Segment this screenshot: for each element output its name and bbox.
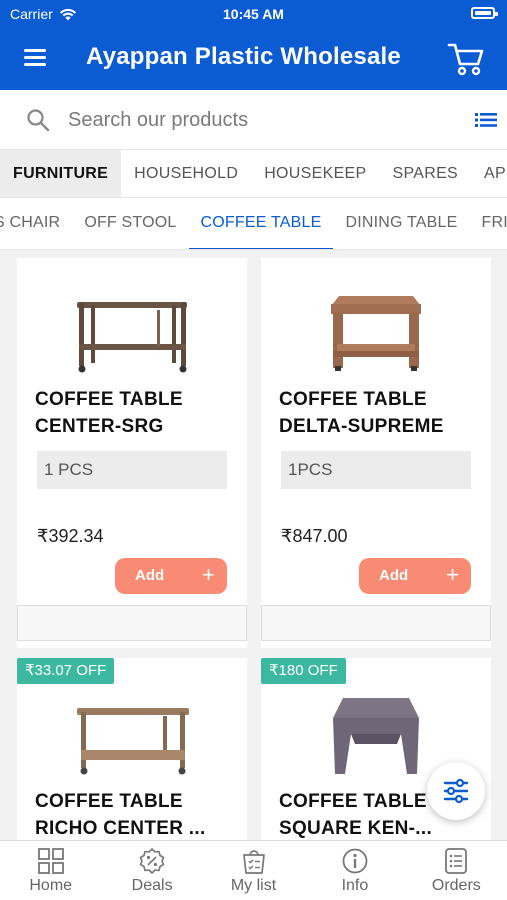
product-image [77,708,189,775]
search-bar [0,90,507,150]
subtab-chair[interactable]: S CHAIR [0,198,72,249]
product-name: COFFEE TABLE CENTER-SRG [35,389,183,437]
product-card[interactable]: ₹33.07 OFF COFFEE TABLE RICHO CENTER ... [17,658,247,840]
add-button-label: Add [379,567,409,584]
quantity-selector[interactable]: 1PCS [281,451,471,489]
battery-icon [471,7,498,19]
note-field[interactable] [261,605,491,641]
add-to-cart-button[interactable]: Add + [359,558,471,594]
info-icon [342,848,368,874]
nav-label: Info [341,877,369,894]
nav-home[interactable]: Home [0,841,101,900]
add-button-label: Add [135,567,165,584]
product-image [331,296,421,371]
tab-furniture[interactable]: FURNITURE [0,150,122,197]
grid-icon [37,848,64,874]
nav-label: My list [230,877,277,894]
nav-deals[interactable]: Deals [101,841,202,900]
product-card[interactable]: COFFEE TABLE CENTER-SRG 1 PCS ₹392.34 Ad… [17,258,247,648]
orders-list-icon [445,848,468,874]
menu-icon[interactable] [24,48,46,66]
search-icon [27,109,50,132]
cart-icon[interactable] [447,40,485,78]
product-name: COFFEE TABLE DELTA-SUPREME [279,389,444,437]
bottom-navigation: Home Deals My list Info Orders [0,840,507,900]
subtab-dining-table[interactable]: DINING TABLE [333,198,469,249]
subtab-fridge[interactable]: FRIDG [470,198,507,249]
subtab-coffee-table[interactable]: COFFEE TABLE [188,198,334,249]
deals-badge-icon [139,848,165,874]
subtab-off-stool[interactable]: OFF STOOL [72,198,188,249]
tab-appliances[interactable]: APPLI [471,150,507,197]
quantity-selector[interactable]: 1 PCS [37,451,227,489]
product-image [333,698,419,774]
nav-label: Orders [431,877,481,894]
app-header: Carrier 10:45 AM Ayappan Plastic Wholesa… [0,0,507,90]
app-screen: Carrier 10:45 AM Ayappan Plastic Wholesa… [0,0,507,900]
tab-household[interactable]: HOUSEHOLD [121,150,251,197]
tab-housekeep[interactable]: HOUSEKEEP [251,150,379,197]
nav-orders[interactable]: Orders [406,841,507,900]
status-bar: Carrier 10:45 AM [0,0,507,30]
add-to-cart-button[interactable]: Add + [115,558,227,594]
category-tabs: FURNITURE HOUSEHOLD HOUSEKEEP SPARES APP… [0,150,507,198]
shopping-bag-list-icon [242,850,265,874]
app-title: Ayappan Plastic Wholesale [86,43,401,70]
nav-label: Home [29,877,73,894]
product-grid: COFFEE TABLE CENTER-SRG 1 PCS ₹392.34 Ad… [0,250,507,840]
nav-label: Deals [131,877,173,894]
product-price: ₹847.00 [281,526,348,546]
product-card[interactable]: COFFEE TABLE DELTA-SUPREME 1PCS ₹847.00 … [261,258,491,648]
tab-spares[interactable]: SPARES [380,150,472,197]
product-name: COFFEE TABLE RICHO CENTER ... [35,791,206,839]
filter-sliders-icon [443,778,469,804]
filter-button[interactable] [427,762,485,820]
list-view-icon[interactable] [475,112,497,128]
subcategory-tabs: S CHAIR OFF STOOL COFFEE TABLE DINING TA… [0,198,507,250]
nav-info[interactable]: Info [304,841,405,900]
search-input[interactable] [68,104,448,136]
product-price: ₹392.34 [37,526,104,546]
status-time: 10:45 AM [223,6,284,22]
nav-my-list[interactable]: My list [203,841,304,900]
product-image [77,302,187,373]
note-field[interactable] [17,605,247,641]
plus-icon: + [202,562,215,587]
plus-icon: + [446,562,459,587]
